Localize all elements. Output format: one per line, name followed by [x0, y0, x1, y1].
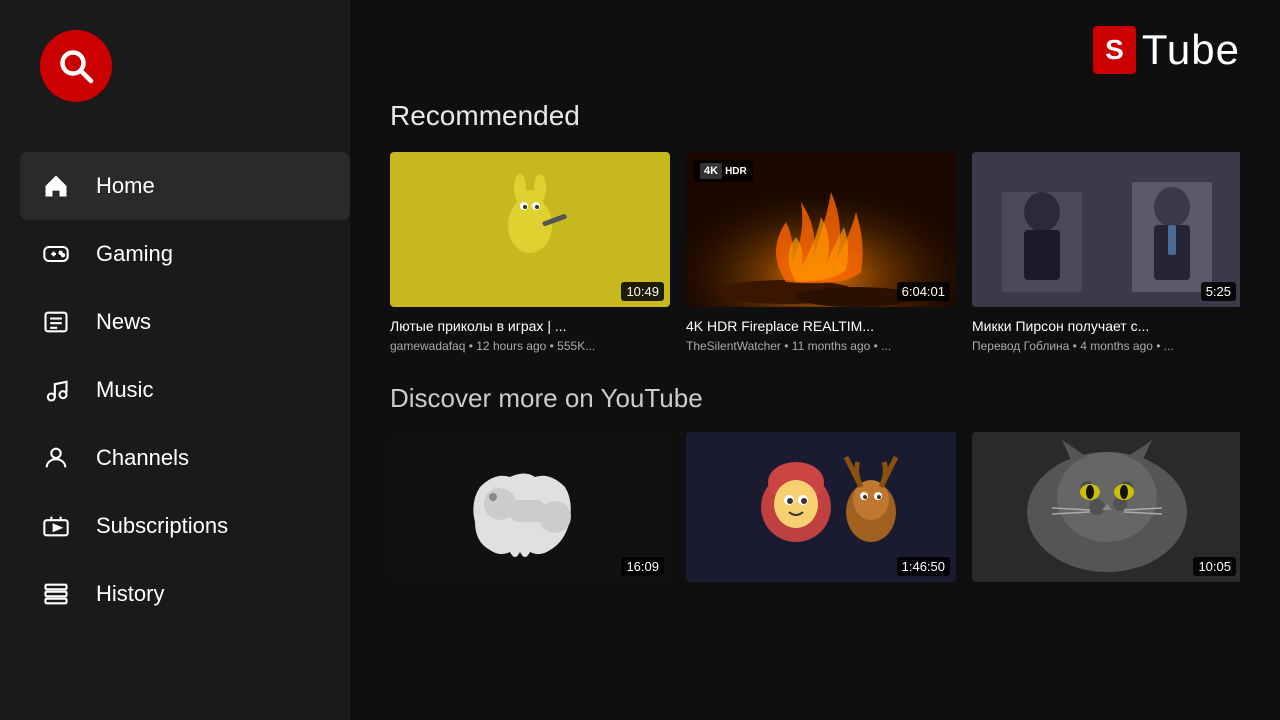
thumbnail-3: 5:25 [972, 152, 1240, 307]
hdr-badge-2: 4K HDR [694, 160, 753, 182]
main-content: S Tube Recommended [350, 0, 1280, 720]
search-icon [58, 48, 94, 84]
sidebar-item-channels[interactable]: Channels [20, 424, 350, 492]
sidebar-item-subscriptions[interactable]: Subscriptions [20, 492, 350, 560]
subscriptions-icon [40, 510, 72, 542]
thumbnail-7: 10:05 [972, 432, 1240, 582]
video-card-7[interactable]: 10:05 [972, 432, 1240, 592]
thumbnail-5: 16:09 [390, 432, 670, 582]
home-icon [40, 170, 72, 202]
search-button[interactable] [40, 30, 112, 102]
video-meta-3: Перевод Гоблина • 4 months ago • ... [972, 339, 1240, 353]
duration-badge-6: 1:46:50 [897, 557, 950, 576]
sidebar-label-news: News [96, 309, 151, 335]
duration-badge-3: 5:25 [1201, 282, 1236, 301]
sidebar-item-gaming[interactable]: Gaming [20, 220, 350, 288]
recommended-title: Recommended [390, 100, 1240, 132]
sidebar-label-subscriptions: Subscriptions [96, 513, 228, 539]
gaming-icon [40, 238, 72, 270]
sidebar-item-news[interactable]: News [20, 288, 350, 356]
video-meta-1: gamewadafaq • 12 hours ago • 555K... [390, 339, 670, 353]
thumbnail-2: 4K HDR 6:04:01 [686, 152, 956, 307]
video-title-1: Лютые приколы в играх | ... [390, 317, 670, 335]
discover-section: Discover more on YouTube [390, 383, 1240, 592]
duration-badge-1: 10:49 [621, 282, 664, 301]
sidebar-label-history: History [96, 581, 164, 607]
video-card-2[interactable]: 4K HDR 6:04:01 4K HDR Fireplace REALTIM.… [686, 152, 956, 353]
sidebar-item-music[interactable]: Music [20, 356, 350, 424]
sidebar-label-channels: Channels [96, 445, 189, 471]
recommended-row: 10:49 Лютые приколы в играх | ... gamewa… [390, 152, 1240, 353]
logo: S Tube [1093, 26, 1240, 74]
sidebar-item-history[interactable]: History [20, 560, 350, 628]
video-meta-2: TheSilentWatcher • 11 months ago • ... [686, 339, 956, 353]
sidebar-label-music: Music [96, 377, 153, 403]
nav-menu: Home Gaming [20, 152, 350, 628]
thumbnail-1: 10:49 [390, 152, 670, 307]
cinema-art [972, 152, 1240, 307]
discover-title: Discover more on YouTube [390, 383, 1240, 414]
video-card-6[interactable]: 1:46:50 [686, 432, 956, 592]
recommended-section: Recommended [390, 100, 1240, 353]
discover-row: 16:09 [390, 432, 1240, 592]
sidebar: Home Gaming [0, 0, 350, 720]
music-icon [40, 374, 72, 406]
duration-badge-2: 6:04:01 [897, 282, 950, 301]
thumbnail-6: 1:46:50 [686, 432, 956, 582]
news-icon [40, 306, 72, 338]
video-card-5[interactable]: 16:09 [390, 432, 670, 592]
header: S Tube [350, 0, 1280, 100]
video-title-2: 4K HDR Fireplace REALTIM... [686, 317, 956, 335]
4k-label: 4K [700, 163, 722, 179]
logo-s: S [1093, 26, 1136, 74]
video-card-1[interactable]: 10:49 Лютые приколы в играх | ... gamewa… [390, 152, 670, 353]
content-area: Recommended [350, 100, 1280, 720]
duration-badge-7: 10:05 [1193, 557, 1236, 576]
thumb-bg-3 [972, 152, 1240, 307]
sidebar-item-home[interactable]: Home [20, 152, 350, 220]
video-card-3[interactable]: 5:25 Микки Пирсон получает с... Перевод … [972, 152, 1240, 353]
history-icon [40, 578, 72, 610]
sidebar-label-home: Home [96, 173, 155, 199]
channels-icon [40, 442, 72, 474]
duration-badge-5: 16:09 [621, 557, 664, 576]
logo-tube: Tube [1142, 26, 1240, 74]
sidebar-label-gaming: Gaming [96, 241, 173, 267]
thumb-art-1 [470, 170, 590, 290]
video-title-3: Микки Пирсон получает с... [972, 317, 1240, 335]
